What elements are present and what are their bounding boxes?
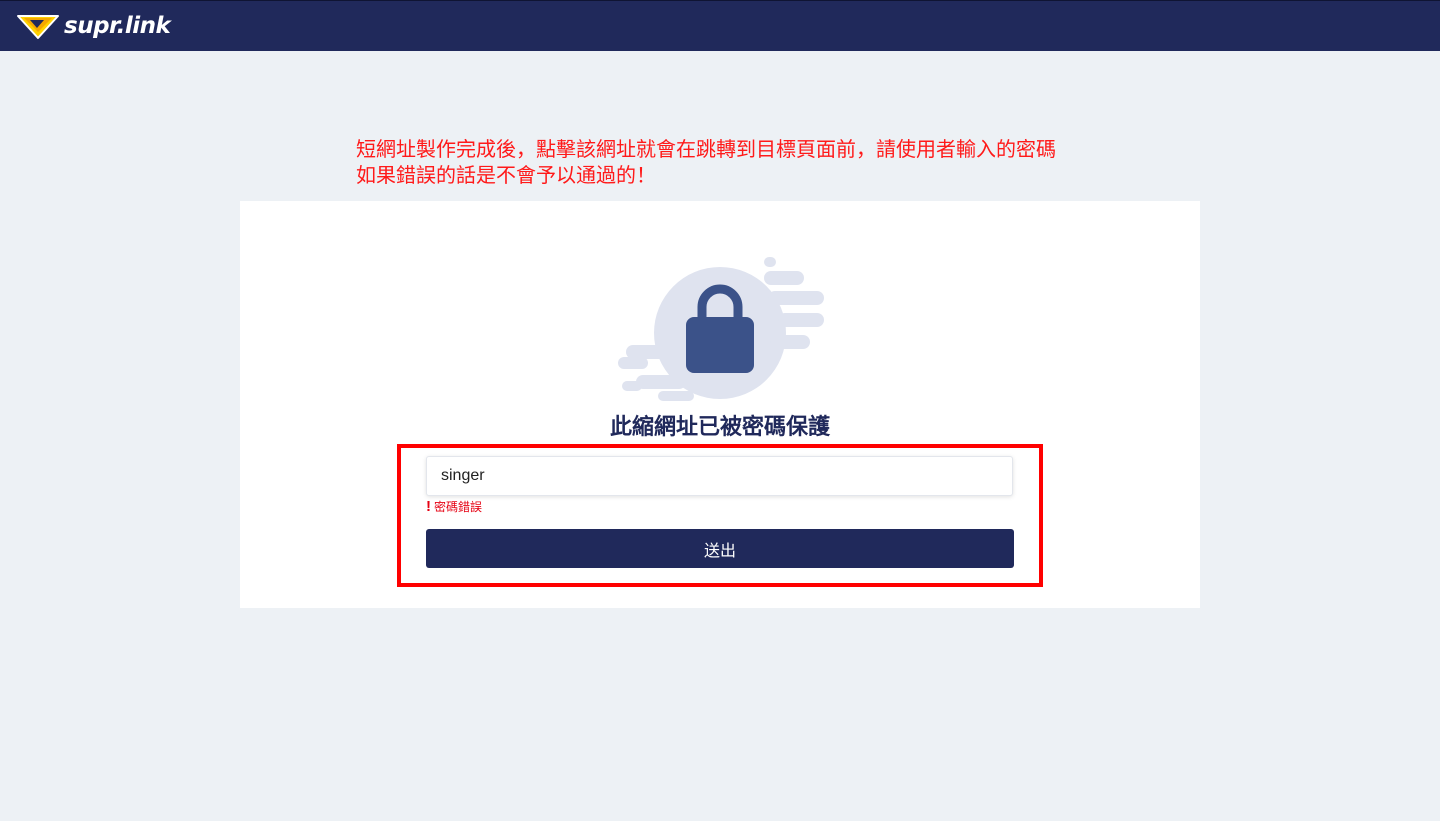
- lock-icon: [618, 257, 824, 401]
- top-navbar: supr.link: [0, 0, 1440, 51]
- annotation-line-2: 如果錯誤的話是不會予以通過的！: [356, 163, 656, 187]
- error-text: 密碼錯誤: [434, 500, 483, 514]
- annotation-line-1: 短網址製作完成後，點擊該網址就會在跳轉到目標頁面前，請使用者輸入的密碼: [356, 137, 1056, 161]
- error-message: ! 密碼錯誤: [426, 498, 482, 516]
- logo-text: supr.link: [64, 13, 171, 39]
- diamond-logo-icon: [17, 15, 59, 39]
- password-input[interactable]: [426, 456, 1013, 496]
- submit-button[interactable]: 送出: [426, 529, 1014, 568]
- annotation-note: 短網址製作完成後，點擊該網址就會在跳轉到目標頁面前，請使用者輸入的密碼 如果錯誤…: [356, 136, 1056, 188]
- logo[interactable]: supr.link: [16, 11, 171, 41]
- exclamation-icon: !: [426, 498, 431, 515]
- page-title: 此縮網址已被密碼保護: [609, 415, 830, 440]
